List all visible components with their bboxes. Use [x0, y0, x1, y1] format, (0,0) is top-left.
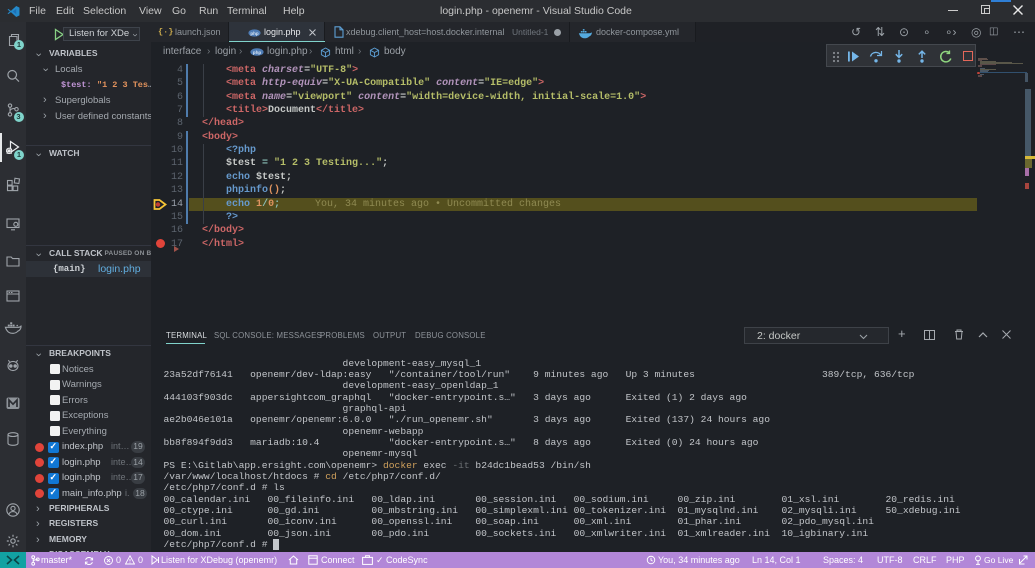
svg-text:php: php — [253, 50, 262, 55]
svg-text:php: php — [250, 31, 258, 36]
